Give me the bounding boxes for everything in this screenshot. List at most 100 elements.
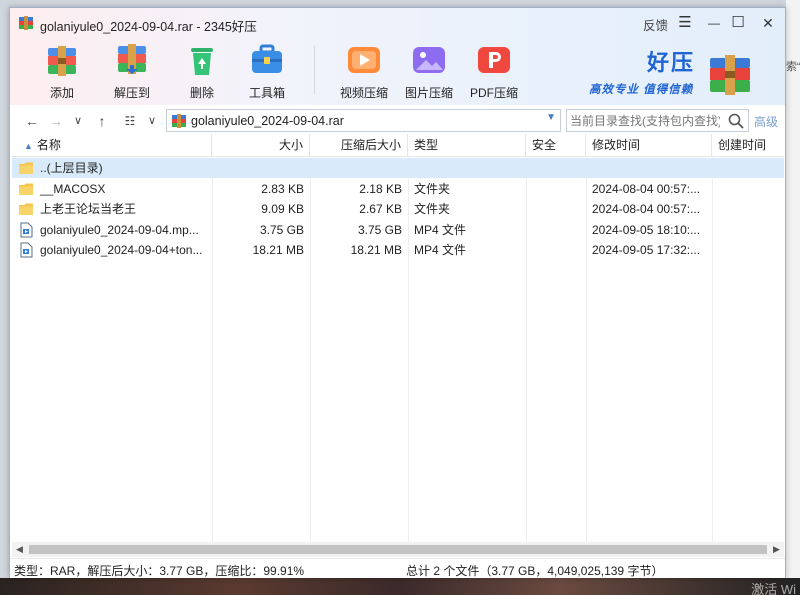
file-type: MP4 文件 (414, 222, 467, 237)
file-size: 18.21 MB (252, 243, 304, 257)
view-mode-button[interactable]: ☷ (120, 111, 140, 131)
horizontal-scrollbar[interactable]: ◀ ▶ (12, 542, 784, 557)
brand-slogan: 高效专业 值得信赖 (589, 84, 694, 96)
column-modified[interactable]: 修改时间 (586, 134, 712, 157)
recycle-bin-icon (191, 48, 213, 75)
file-size (212, 158, 310, 178)
extract-archive-icon (118, 44, 146, 74)
add-button[interactable]: 添加 (30, 38, 94, 101)
brand-archive-icon (710, 55, 750, 95)
rar-archive-icon (19, 16, 33, 30)
video-file-icon (20, 222, 33, 237)
pdf-compress-icon (478, 47, 510, 73)
rar-archive-icon (172, 114, 186, 128)
add-archive-icon (48, 46, 76, 76)
toolbox-icon (252, 44, 282, 73)
file-row[interactable]: golaniyule0_2024-09-04+ton... 18.21 MB 18.… (12, 240, 784, 260)
column-name[interactable]: ▲ 名称 (12, 134, 212, 157)
file-name: __MACOSX (40, 181, 106, 196)
view-mode-dropdown[interactable]: ∨ (142, 111, 162, 131)
file-type: 文件夹 (414, 181, 451, 196)
close-button[interactable]: ✕ (756, 12, 780, 34)
activation-watermark: 激活 Wi (751, 582, 796, 595)
file-packed: 18.21 MB (350, 243, 402, 257)
desktop-background-bottom: 激活 Wi (0, 578, 800, 595)
column-header-row: ▲ 名称 大小 压缩后大小 类型 安全 修改时间 创建时间 (12, 134, 784, 157)
file-size: 2.83 KB (261, 181, 304, 196)
status-bar: 类型：RAR，解压后大小：3.77 GB，压缩比：99.91% 总计 2 个文件… (10, 558, 785, 578)
video-compress-icon (348, 47, 380, 73)
window-title: golaniyule0_2024-09-04.rar - 2345好压 (40, 20, 257, 34)
feedback-button[interactable]: 反馈 (643, 15, 668, 34)
extract-to-button[interactable]: 解压到 (100, 38, 164, 101)
maximize-button[interactable]: ☐ (726, 12, 750, 34)
file-name: golaniyule0_2024-09-04.mp... (40, 222, 199, 237)
search-icon[interactable] (727, 112, 745, 130)
advanced-search-link[interactable]: 高级 (754, 113, 778, 130)
file-security (526, 158, 586, 178)
file-security (526, 179, 586, 199)
column-security[interactable]: 安全 (526, 134, 586, 157)
pdf-compress-button[interactable]: PDF压缩 (462, 38, 526, 101)
scrollbar-thumb[interactable] (29, 545, 767, 554)
toolbox-button[interactable]: 工具箱 (235, 38, 299, 101)
column-type[interactable]: 类型 (408, 134, 526, 157)
file-security (526, 220, 586, 240)
sort-ascending-icon: ▲ (24, 141, 33, 151)
image-compress-icon (413, 47, 445, 73)
image-compress-button[interactable]: 图片压缩 (397, 38, 461, 101)
video-compress-label: 视频压缩 (339, 86, 388, 100)
archive-window: golaniyule0_2024-09-04.rar - 2345好压 反馈 ☰… (9, 7, 786, 578)
file-created (712, 158, 784, 178)
file-name: ..(上层目录) (40, 161, 103, 175)
file-security (526, 240, 586, 260)
search-input[interactable] (570, 112, 720, 129)
file-row[interactable]: 上老王论坛当老王 9.09 KB 2.67 KB 文件夹 2024-08-04 00:5… (12, 199, 784, 219)
toolbar-separator (314, 46, 315, 94)
folder-icon (19, 162, 33, 174)
back-button[interactable]: ← (22, 111, 42, 131)
archive-info-text: 类型：RAR，解压后大小：3.77 GB，压缩比：99.91% (14, 564, 305, 578)
column-created[interactable]: 创建时间 (712, 134, 784, 157)
column-packed-size[interactable]: 压缩后大小 (310, 134, 408, 157)
file-packed: 2.18 KB (359, 181, 402, 196)
file-modified: 2024-08-04 00:57:... (592, 181, 701, 196)
file-packed (310, 158, 408, 178)
file-list: ▲ 名称 大小 压缩后大小 类型 安全 修改时间 创建时间 ..(上层目录) __M… (12, 134, 784, 542)
video-compress-button[interactable]: 视频压缩 (332, 38, 396, 101)
search-box[interactable] (566, 109, 749, 132)
file-row[interactable]: ..(上层目录) (12, 158, 784, 178)
desktop-background-right: 索“ (786, 0, 800, 595)
file-packed: 3.75 GB (357, 222, 402, 237)
file-created (712, 179, 784, 199)
file-security (526, 199, 586, 219)
desktop-side-text: 索“ (786, 61, 800, 73)
file-type (408, 158, 526, 178)
extract-to-label: 解压到 (113, 86, 150, 100)
file-modified (586, 158, 712, 178)
file-created (712, 220, 784, 240)
column-size[interactable]: 大小 (212, 134, 310, 157)
minimize-button[interactable]: — (702, 12, 726, 34)
address-dropdown-icon[interactable]: ▼ (546, 112, 556, 123)
scroll-right-button[interactable]: ▶ (769, 542, 784, 557)
file-name: golaniyule0_2024-09-04+ton... (40, 243, 203, 257)
column-name-label: 名称 (36, 138, 61, 152)
delete-button[interactable]: 删除 (170, 38, 234, 101)
file-created (712, 199, 784, 219)
image-compress-label: 图片压缩 (404, 86, 453, 100)
forward-button[interactable]: → (46, 111, 66, 131)
title-bar[interactable]: golaniyule0_2024-09-04.rar - 2345好压 反馈 ☰… (10, 8, 785, 38)
scroll-left-button[interactable]: ◀ (12, 542, 27, 557)
file-row[interactable]: golaniyule0_2024-09-04.mp... 3.75 GB 3.75 … (12, 220, 784, 240)
file-type: 文件夹 (414, 202, 451, 216)
file-size: 9.09 KB (261, 202, 304, 216)
file-modified: 2024-09-05 17:32:... (592, 243, 701, 257)
history-dropdown[interactable]: ∨ (68, 111, 88, 131)
menu-button[interactable]: ☰ (673, 12, 697, 34)
delete-label: 删除 (189, 86, 214, 100)
file-row[interactable]: __MACOSX 2.83 KB 2.18 KB 文件夹 2024-08-04 00:5… (12, 179, 784, 199)
up-level-button[interactable]: ↑ (92, 111, 112, 131)
address-bar[interactable]: golaniyule0_2024-09-04.rar ▼ (166, 109, 561, 132)
pdf-compress-label: PDF压缩 (469, 86, 518, 100)
